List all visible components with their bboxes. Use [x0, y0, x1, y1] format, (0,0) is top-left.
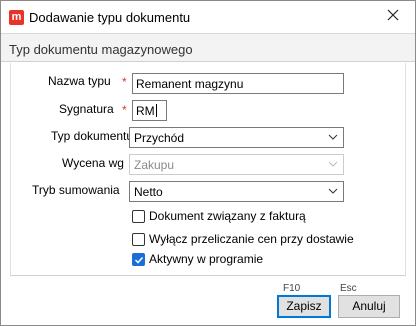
nazwa-typu-value: Remanent magzynu — [136, 77, 244, 91]
footer-divider — [10, 275, 406, 276]
chevron-down-icon — [328, 161, 338, 167]
wycena-wg-select: Zakupu — [129, 154, 344, 175]
chevron-down-icon — [328, 134, 338, 140]
dialog-window: m Dodawanie typu dokumentu Typ dokumentu… — [0, 0, 416, 326]
section-header-text: Typ dokumentu magazynowego — [9, 42, 193, 57]
sygnatura-label: Sygnatura — [59, 102, 114, 116]
app-logo-icon: m — [9, 10, 24, 25]
cancel-shortcut-hint: Esc — [340, 283, 357, 294]
checkbox-label: Dokument związany z fakturą — [149, 209, 306, 223]
save-shortcut-hint: F10 — [283, 283, 301, 294]
title-bar[interactable]: m Dodawanie typu dokumentu — [1, 1, 415, 33]
tryb-sumowania-select[interactable]: Netto — [129, 181, 344, 202]
checkbox-label: Wyłącz przeliczanie cen przy dostawie — [149, 232, 354, 246]
wycena-wg-value: Zakupu — [134, 158, 175, 172]
form-left-border — [10, 63, 11, 275]
close-icon — [387, 9, 399, 21]
cancel-button[interactable]: Anuluj — [338, 295, 400, 318]
typ-dokumentu-label: Typ dokumentu — [51, 129, 134, 143]
text-caret — [155, 104, 157, 117]
sygnatura-input[interactable]: RM — [132, 100, 167, 121]
save-button[interactable]: Zapisz — [277, 295, 331, 318]
typ-dokumentu-value: Przychód — [134, 131, 185, 145]
tryb-sumowania-label: Tryb sumowania — [32, 183, 120, 197]
wycena-wg-label: Wycena wg — [62, 156, 124, 170]
chevron-down-icon — [328, 188, 338, 194]
sygnatura-required-mark: * — [122, 103, 127, 117]
typ-dokumentu-select[interactable]: Przychód — [129, 127, 344, 148]
tryb-sumowania-value: Netto — [134, 185, 163, 199]
window-title: Dodawanie typu dokumentu — [29, 10, 191, 25]
nazwa-typu-label: Nazwa typu — [48, 74, 111, 88]
close-button[interactable] — [375, 3, 411, 29]
checkbox-box[interactable] — [132, 233, 145, 246]
checkbox-label: Aktywny w programie — [149, 252, 264, 266]
form-right-border — [405, 63, 406, 275]
checkbox-box[interactable] — [132, 210, 145, 223]
sygnatura-value: RM — [136, 104, 155, 118]
nazwa-typu-required-mark: * — [122, 75, 127, 89]
checkbox-box-checked[interactable] — [132, 253, 145, 266]
section-header: Typ dokumentu magazynowego — [1, 33, 415, 62]
checkmark-icon — [134, 256, 144, 264]
nazwa-typu-input[interactable]: Remanent magzynu — [132, 73, 344, 94]
